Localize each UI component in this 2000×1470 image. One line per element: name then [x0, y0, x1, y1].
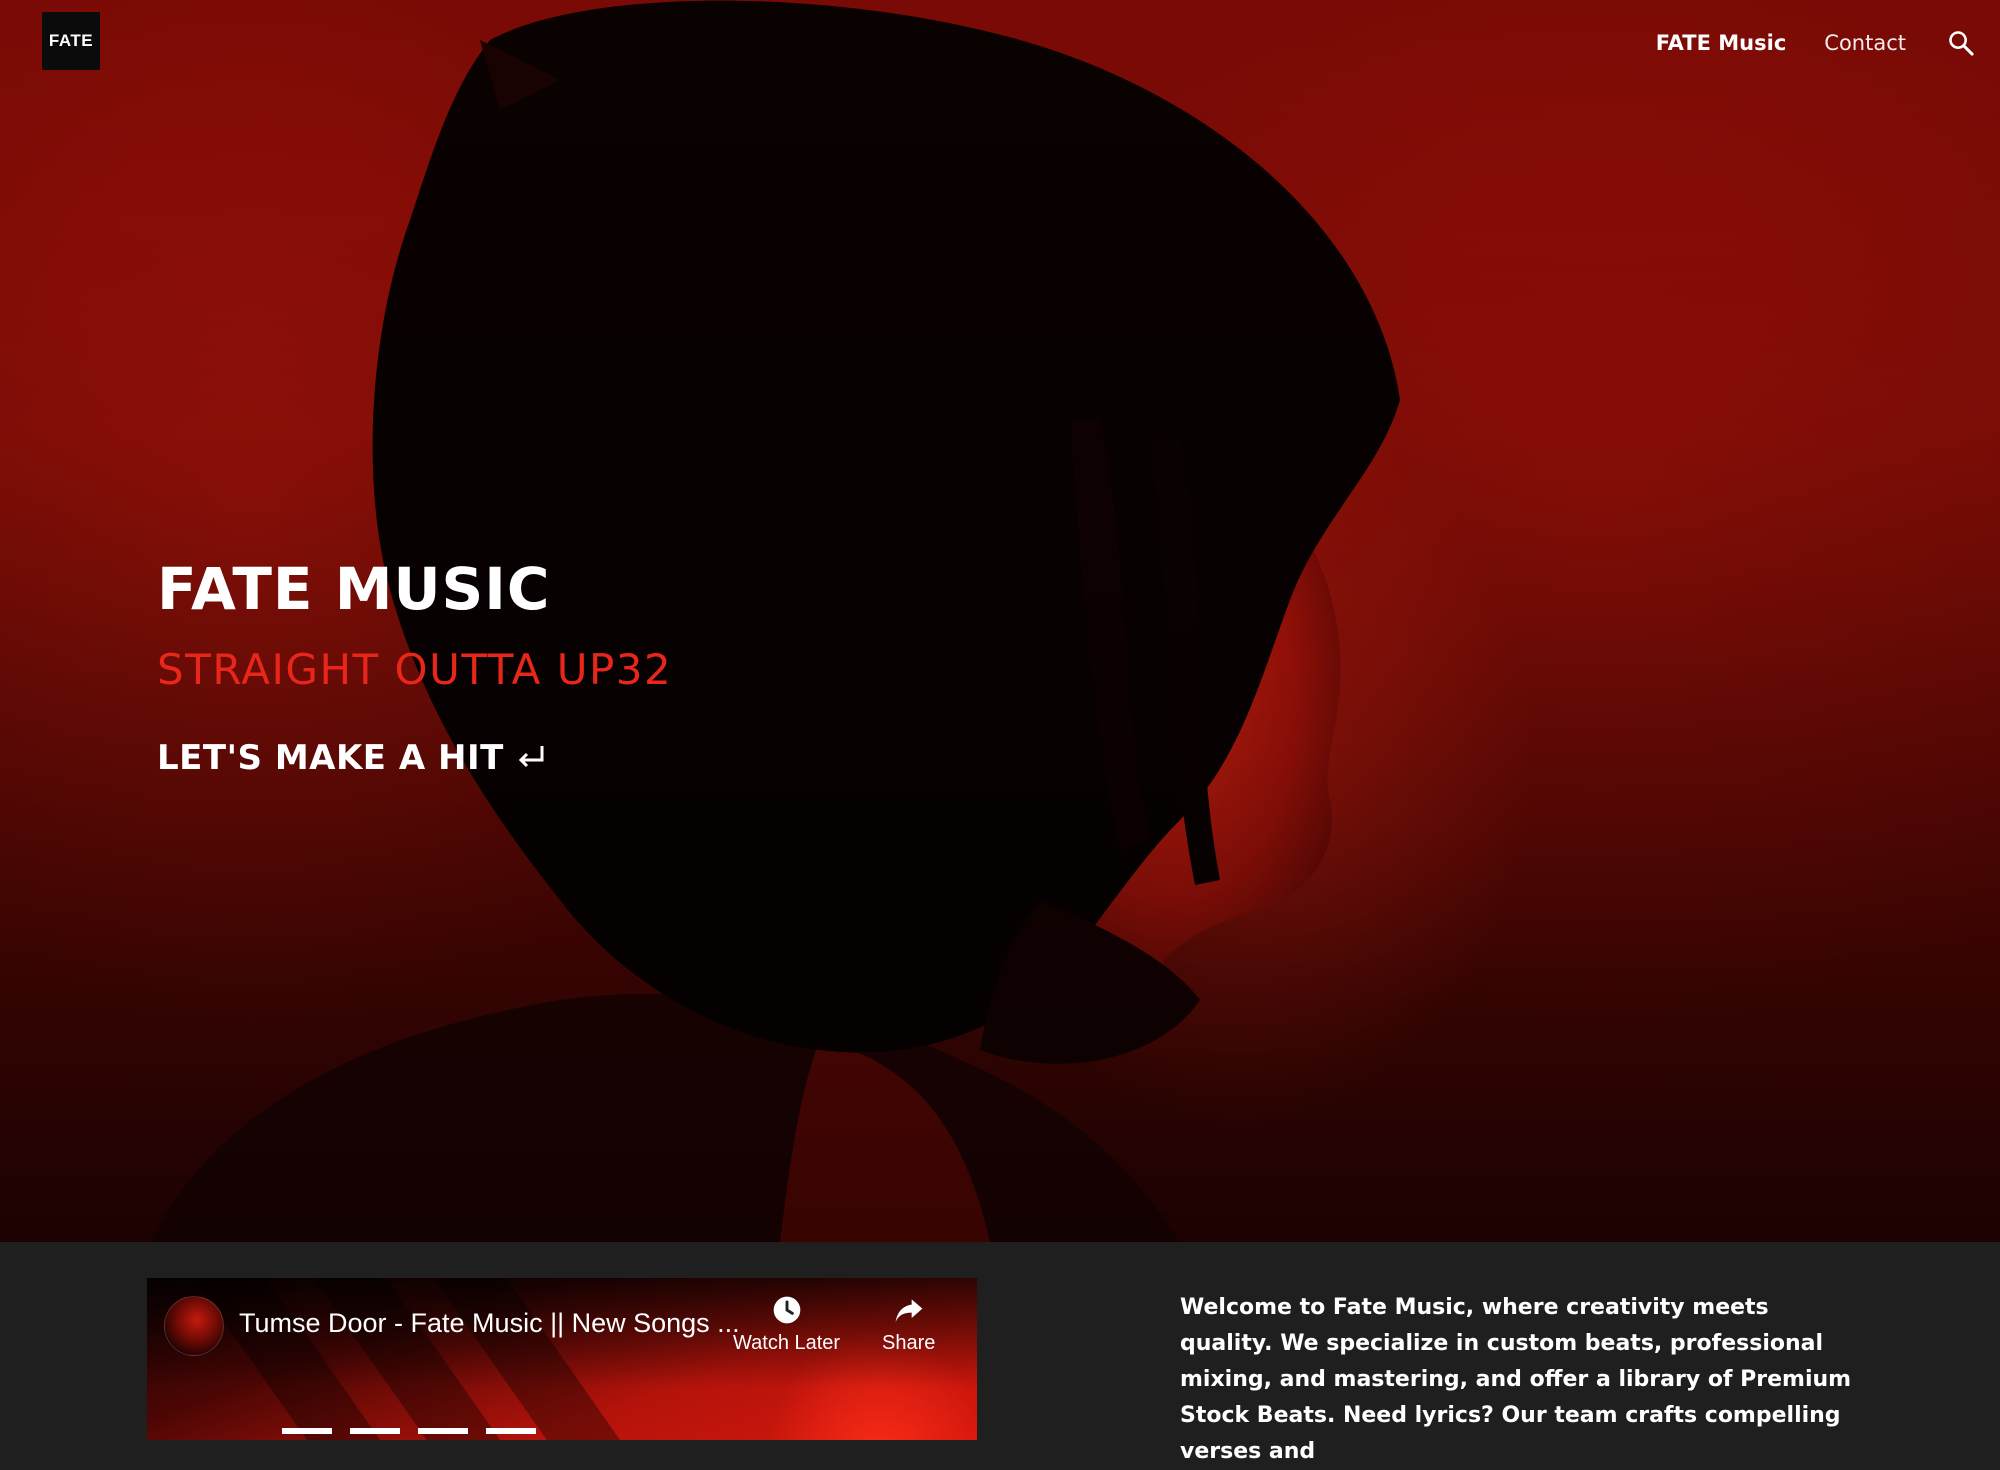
nav-link-fate-music[interactable]: FATE Music: [1656, 31, 1787, 55]
top-nav: FATE Music Contact: [1656, 26, 2000, 60]
search-icon: [1949, 31, 1974, 56]
share-button[interactable]: Share: [882, 1294, 935, 1355]
video-embed[interactable]: Tumse Door - Fate Music || New Songs ...…: [147, 1278, 977, 1440]
share-arrow-icon: [895, 1299, 923, 1322]
intro-paragraph: Welcome to Fate Music, where creativity …: [1180, 1295, 1852, 1464]
intro-section: Tumse Door - Fate Music || New Songs ...…: [0, 1242, 2000, 1464]
search-button[interactable]: [1944, 26, 1978, 60]
video-title[interactable]: Tumse Door - Fate Music || New Songs ...: [239, 1308, 740, 1339]
share-label: Share: [882, 1332, 936, 1354]
video-thumbnail-logo: [282, 1428, 554, 1440]
hero-title: FATE MUSIC: [157, 555, 551, 623]
clock-icon: [773, 1296, 800, 1324]
cta-link[interactable]: LET'S MAKE A HIT: [157, 738, 546, 778]
site-logo[interactable]: FATE: [42, 12, 100, 70]
channel-avatar[interactable]: [164, 1296, 224, 1356]
nav-link-contact[interactable]: Contact: [1824, 31, 1906, 55]
cta-label: LET'S MAKE A HIT: [157, 738, 504, 778]
watch-later-label: Watch Later: [733, 1332, 841, 1354]
watch-later-button[interactable]: Watch Later: [733, 1294, 840, 1355]
hero-section: FATE FATE Music Contact FATE MUSIC STRAI…: [0, 0, 2000, 1242]
return-arrow-icon: [516, 744, 546, 772]
hero-subtitle: STRAIGHT OUTTA UP32: [157, 645, 673, 694]
logo-text: FATE: [48, 31, 94, 50]
